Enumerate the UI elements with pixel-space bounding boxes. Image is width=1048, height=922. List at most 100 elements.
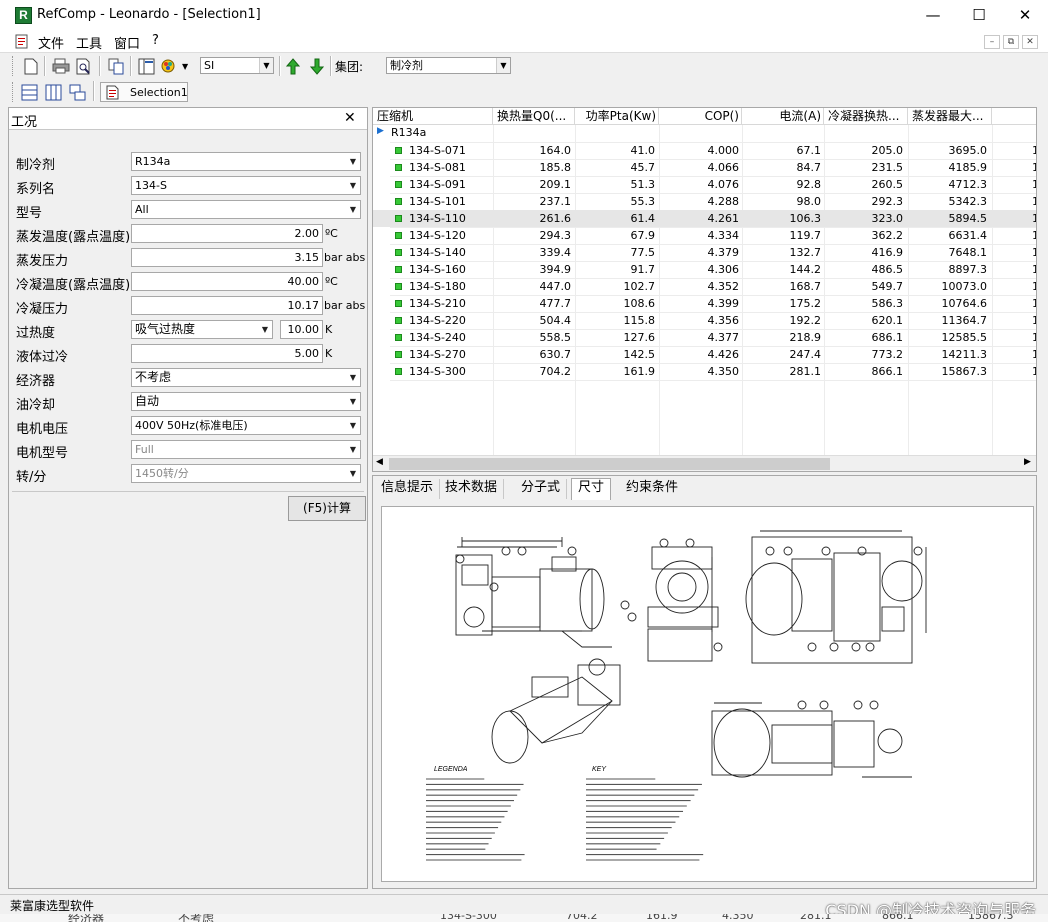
cell-model: 134-S-091: [409, 178, 466, 191]
cell-capacity: 630.7: [539, 348, 572, 361]
document-menu-icon[interactable]: [14, 34, 30, 49]
table-row[interactable]: 134-S-160 394.9 91.7 4.306 144.2 486.5 8897.3 1: [373, 261, 1036, 278]
tab-info[interactable]: 信息提示: [375, 479, 441, 499]
layout-icon[interactable]: [137, 57, 155, 75]
superheat-input[interactable]: 10.00: [280, 320, 323, 339]
tab-constraints[interactable]: 约束条件: [620, 479, 684, 499]
group-select[interactable]: 制冷剂 ▼: [386, 57, 511, 74]
new-document-icon[interactable]: [22, 57, 40, 75]
copy-icon[interactable]: [107, 57, 125, 75]
cell-model: 134-S-081: [409, 161, 466, 174]
model-select[interactable]: All ▼: [131, 200, 361, 219]
print-preview-icon[interactable]: [75, 57, 93, 75]
units-select-value: SI: [204, 59, 215, 72]
mdi-minimize-button[interactable]: –: [984, 35, 1000, 49]
column-header-capacity[interactable]: 换热量Q0(...: [493, 108, 575, 125]
chevron-down-icon: ▼: [349, 205, 357, 214]
ghost-capacity: 704.2: [566, 914, 598, 922]
subcooling-input[interactable]: 5.00: [131, 344, 323, 363]
subcooling-unit: K: [325, 347, 333, 360]
scroll-left-icon[interactable]: ◀: [376, 457, 383, 467]
superheat-type-select[interactable]: 吸气过热度 ▼: [131, 320, 273, 339]
mdi-close-button[interactable]: ✕: [1022, 35, 1038, 49]
table-row[interactable]: 134-S-240 558.5 127.6 4.377 218.9 686.1 12585.…: [373, 329, 1036, 346]
table-row[interactable]: 134-S-220 504.4 115.8 4.356 192.2 620.1 11364.…: [373, 312, 1036, 329]
ghost-evaporator: 15867.3: [968, 914, 1014, 922]
column-header-compressor[interactable]: 压缩机: [377, 108, 493, 125]
column-header-power[interactable]: 功率Pta(Kw): [575, 108, 659, 125]
details-panel: 信息提示 技术数据 分子式 尺寸 约束条件 LEGENDA KEY: [372, 475, 1037, 889]
arrow-down-icon[interactable]: [308, 57, 326, 75]
expand-arrow-icon[interactable]: ▶: [377, 126, 384, 136]
column-header-cop[interactable]: COP(): [659, 108, 742, 125]
menu-help[interactable]: ?: [152, 33, 159, 48]
table-row[interactable]: 134-S-081 185.8 45.7 4.066 84.7 231.5 4185.9 1: [373, 159, 1036, 176]
oil-cooling-select[interactable]: 自动 ▼: [131, 392, 361, 411]
table-row[interactable]: 134-S-101 237.1 55.3 4.288 98.0 292.3 5342.3 1: [373, 193, 1036, 210]
split-horizontal-icon[interactable]: [20, 83, 38, 101]
tab-dimensions[interactable]: 尺寸: [571, 478, 612, 500]
menu-window[interactable]: 窗口: [114, 33, 140, 52]
close-window-button[interactable]: ✕: [1002, 0, 1048, 31]
calculate-button[interactable]: (F5)计算: [288, 496, 366, 521]
cell-current: 218.9: [789, 331, 822, 344]
table-row[interactable]: 134-S-140 339.4 77.5 4.379 132.7 416.9 7648.1 1: [373, 244, 1036, 261]
menu-file[interactable]: 文件: [38, 33, 64, 52]
refrigerant-select[interactable]: R134a ▼: [131, 152, 361, 171]
scrollbar-thumb[interactable]: [389, 458, 830, 470]
status-ok-icon: [395, 249, 402, 256]
horizontal-scrollbar[interactable]: ◀ ▶: [373, 455, 1036, 471]
cond-pressure-input[interactable]: 10.17: [131, 296, 323, 315]
minimize-button[interactable]: —: [910, 0, 956, 31]
toolbar-separator: [130, 56, 132, 76]
menu-tools[interactable]: 工具: [76, 33, 102, 52]
cell-condenser: 260.5: [871, 178, 904, 191]
settings-color-icon[interactable]: [160, 57, 178, 75]
tab-technical-data[interactable]: 技术数据: [439, 479, 505, 499]
cond-temp-input[interactable]: 40.00: [131, 272, 323, 291]
table-row[interactable]: 134-S-300 704.2 161.9 4.350 281.1 866.1 15867.…: [373, 363, 1036, 380]
arrow-up-icon[interactable]: [284, 57, 302, 75]
table-row[interactable]: 134-S-110 261.6 61.4 4.261 106.3 323.0 5894.5 1: [373, 210, 1036, 227]
units-select[interactable]: SI ▼: [200, 57, 274, 74]
table-row[interactable]: 134-S-180 447.0 102.7 4.352 168.7 549.7 10073.…: [373, 278, 1036, 295]
superheat-unit: K: [325, 323, 333, 336]
document-icon: [106, 85, 119, 100]
evap-temp-input[interactable]: 2.00: [131, 224, 323, 243]
oil-cooling-value: 自动: [135, 394, 160, 408]
maximize-button[interactable]: ☐: [956, 0, 1002, 31]
status-ok-icon: [395, 164, 402, 171]
cell-power: 102.7: [623, 280, 656, 293]
chevron-down-icon: ▼: [349, 469, 357, 478]
tile-windows-icon[interactable]: [68, 83, 86, 101]
table-row[interactable]: 134-S-210 477.7 108.6 4.399 175.2 586.3 10764.…: [373, 295, 1036, 312]
print-icon[interactable]: [52, 57, 70, 75]
label-economizer: 经济器: [16, 374, 56, 389]
scroll-right-icon[interactable]: ▶: [1024, 457, 1031, 467]
cell-condenser: 323.0: [871, 212, 904, 225]
toolbar-separator: [330, 56, 332, 76]
table-row[interactable]: 134-S-270 630.7 142.5 4.426 247.4 773.2 14211.…: [373, 346, 1036, 363]
evap-pressure-input[interactable]: 3.15: [131, 248, 323, 267]
chevron-down-icon: ▼: [349, 421, 357, 430]
evap-temp-unit: ºC: [325, 227, 338, 240]
motor-voltage-select[interactable]: 400V 50Hz(标准电压) ▼: [131, 416, 361, 435]
table-row[interactable]: 134-S-071 164.0 41.0 4.000 67.1 205.0 3695.0 1: [373, 142, 1036, 159]
table-row[interactable]: 134-S-120 294.3 67.9 4.334 119.7 362.2 6631.4 1: [373, 227, 1036, 244]
series-select[interactable]: 134-S ▼: [131, 176, 361, 195]
tab-formula[interactable]: 分子式: [515, 479, 568, 499]
cell-power: 77.5: [630, 246, 656, 259]
economizer-select[interactable]: 不考虑 ▼: [131, 368, 361, 387]
cell-power: 161.9: [623, 365, 656, 378]
cell-current: 168.7: [789, 280, 822, 293]
dropdown-arrow-icon[interactable]: ▼: [182, 62, 188, 71]
label-motor-voltage: 电机电压: [16, 422, 69, 437]
mdi-restore-button[interactable]: ⧉: [1003, 35, 1019, 49]
selection-tab[interactable]: Selection1: [100, 82, 188, 102]
split-vertical-icon[interactable]: [44, 83, 62, 101]
column-header-condenser[interactable]: 冷凝器换热...: [824, 108, 908, 125]
column-header-current[interactable]: 电流(A): [742, 108, 824, 125]
table-row[interactable]: 134-S-091 209.1 51.3 4.076 92.8 260.5 4712.3 1: [373, 176, 1036, 193]
close-icon[interactable]: ✕: [344, 110, 356, 126]
column-header-evaporator[interactable]: 蒸发器最大...: [908, 108, 992, 125]
